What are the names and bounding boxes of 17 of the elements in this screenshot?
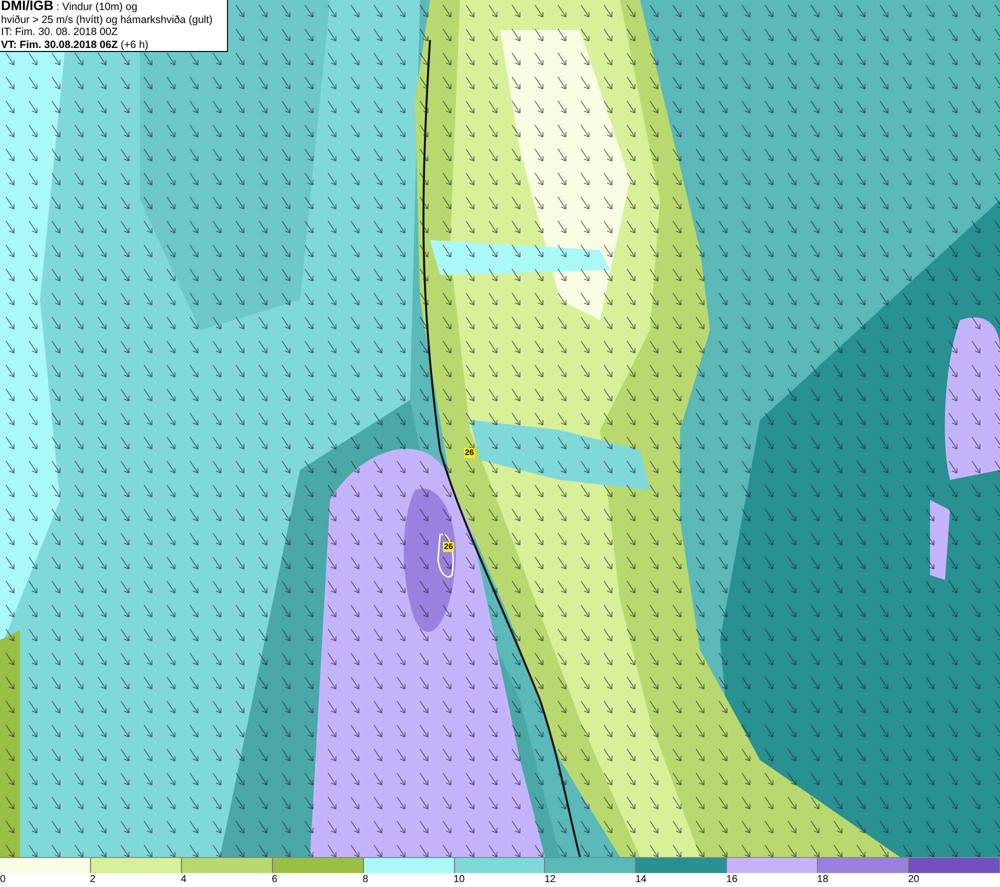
header-text: IT: Fim. 30. 08. 2018 00Z — [1, 26, 119, 38]
scale-label: 20 — [908, 873, 920, 886]
header-text: DMI/IGB : Vindur (10m) og — [1, 0, 138, 14]
scale-label: 14 — [635, 873, 646, 886]
scale-label: 8 — [362, 873, 368, 886]
scale-label: 2 — [90, 873, 96, 886]
scale-label: 10 — [454, 873, 465, 886]
gust-label: 26 — [443, 542, 454, 552]
scale-label: 6 — [272, 873, 278, 886]
header-text: hviður > 25 m/s (hvítt) og hámarkshviða (gult) — [1, 14, 214, 26]
gust-label: 26 — [464, 448, 475, 458]
scale-label: 16 — [726, 873, 738, 886]
scale-label: 12 — [544, 873, 556, 886]
scale-label: 4 — [180, 873, 186, 886]
header-text: VT: Fim. 30.08.2018 06Z (+6 h) — [1, 38, 150, 51]
scale-label: 18 — [817, 873, 828, 886]
scale-label: 0 — [0, 873, 6, 886]
